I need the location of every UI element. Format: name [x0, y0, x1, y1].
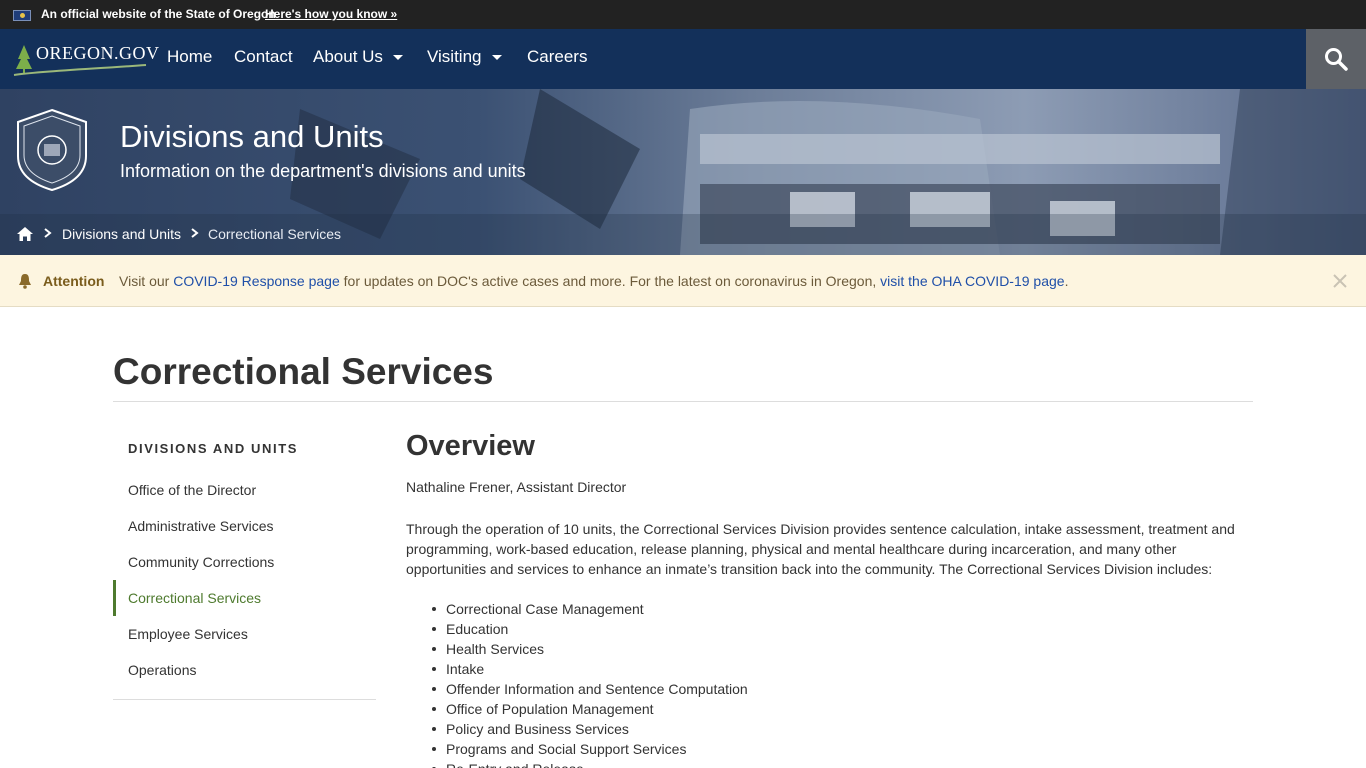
sidenav-item-employee-services[interactable]: Employee Services — [113, 616, 376, 652]
alert-text-1: Visit our — [119, 273, 174, 289]
list-item: Re-Entry and Release — [432, 759, 748, 768]
overview-heading: Overview — [406, 430, 535, 462]
alert-text-3: . — [1064, 273, 1069, 289]
chevron-right-icon — [191, 228, 199, 238]
hero-banner: Divisions and Units Information on the d… — [0, 89, 1366, 255]
hero-title: Divisions and Units — [120, 119, 384, 154]
breadcrumb-current: Correctional Services — [208, 226, 342, 242]
list-item: Intake — [432, 659, 748, 679]
nav-home[interactable]: Home — [167, 47, 212, 67]
director-name: Nathaline Frener, Assistant Director — [406, 479, 627, 495]
sidenav-heading: DIVISIONS AND UNITS — [128, 441, 299, 456]
intro-paragraph: Through the operation of 10 units, the C… — [406, 521, 1235, 577]
close-icon[interactable] — [1332, 273, 1348, 289]
nav-home-label: Home — [167, 47, 213, 66]
title-divider — [113, 401, 1253, 402]
page-title: Correctional Services — [113, 351, 494, 392]
list-item: Education — [432, 619, 748, 639]
list-item: Policy and Business Services — [432, 719, 748, 739]
covid-response-link[interactable]: COVID-19 Response page — [173, 273, 340, 289]
sidenav-item-administrative-services[interactable]: Administrative Services — [113, 508, 376, 544]
hero-subtitle: Information on the department's division… — [120, 161, 526, 181]
sidenav-item-correctional-services[interactable]: Correctional Services — [113, 580, 376, 616]
breadcrumb: Divisions and Units Correctional Service… — [0, 214, 1366, 255]
units-list: Correctional Case Management Education H… — [432, 599, 748, 768]
attention-alert: Attention Visit our COVID-19 Response pa… — [0, 255, 1366, 307]
list-item: Office of Population Management — [432, 699, 748, 719]
official-banner-text: An official website of the State of Oreg… — [41, 7, 276, 21]
nav-visiting[interactable]: Visiting — [427, 47, 502, 67]
doc-seal-logo — [17, 108, 87, 192]
alert-label: Attention — [43, 273, 105, 289]
search-button[interactable] — [1306, 29, 1366, 89]
search-icon — [1325, 48, 1348, 71]
list-item: Health Services — [432, 639, 748, 659]
nav-about-us-label: About Us — [313, 47, 383, 66]
bell-icon — [19, 274, 31, 289]
nav-visiting-label: Visiting — [427, 47, 482, 66]
oregon-flag-icon — [13, 10, 31, 21]
home-icon[interactable] — [16, 226, 34, 242]
nav-contact[interactable]: Contact — [234, 47, 293, 67]
nav-careers[interactable]: Careers — [527, 47, 587, 67]
chevron-right-icon — [44, 228, 52, 238]
how-you-know-link[interactable]: Here's how you know » — [265, 7, 397, 21]
oregon-gov-logo[interactable]: OREGON.GOV — [12, 39, 159, 79]
official-banner: An official website of the State of Oreg… — [0, 0, 1366, 29]
nav-about-us[interactable]: About Us — [313, 47, 403, 67]
sidenav-item-office-of-the-director[interactable]: Office of the Director — [113, 472, 376, 508]
list-item: Correctional Case Management — [432, 599, 748, 619]
oha-covid-link[interactable]: visit the OHA COVID-19 page — [880, 273, 1064, 289]
chevron-down-icon — [491, 55, 502, 61]
sidenav-divider — [113, 699, 376, 700]
sidenav-item-operations[interactable]: Operations — [113, 652, 376, 688]
nav-careers-label: Careers — [527, 47, 588, 66]
alert-message: Visit our COVID-19 Response page for upd… — [119, 273, 1068, 289]
sidenav-item-community-corrections[interactable]: Community Corrections — [113, 544, 376, 580]
alert-text-2: for updates on DOC's active cases and mo… — [339, 273, 881, 289]
list-item: Programs and Social Support Services — [432, 739, 748, 759]
breadcrumb-divisions-and-units[interactable]: Divisions and Units — [62, 226, 181, 242]
chevron-down-icon — [392, 55, 403, 61]
logo-text: OREGON.GOV — [36, 43, 160, 63]
list-item: Offender Information and Sentence Comput… — [432, 681, 748, 697]
main-nav: OREGON.GOV Home Contact About Us Visitin… — [0, 29, 1366, 89]
nav-contact-label: Contact — [234, 47, 293, 66]
